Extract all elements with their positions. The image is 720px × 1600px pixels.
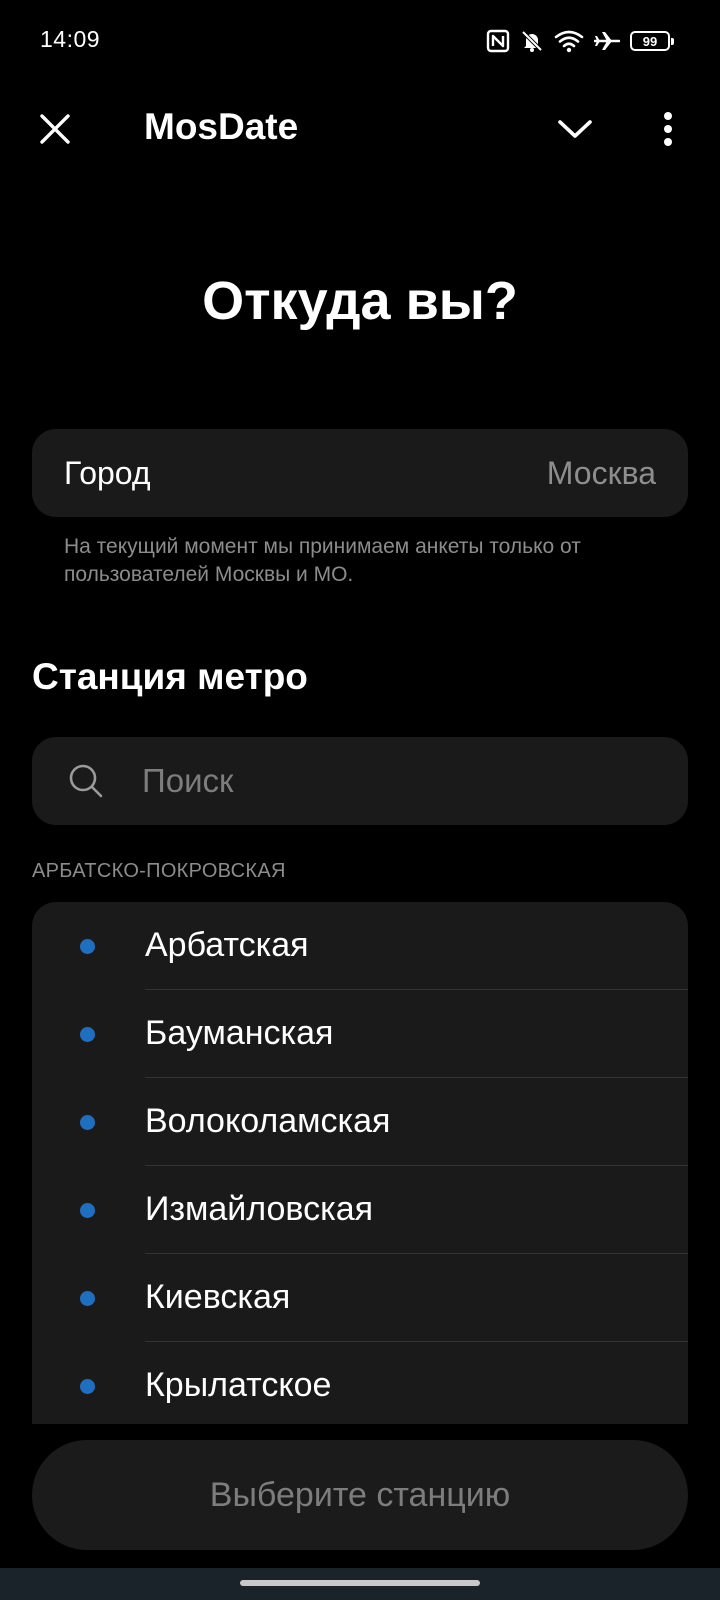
- home-indicator[interactable]: [240, 1580, 480, 1586]
- city-label: Город: [64, 455, 151, 491]
- station-item-volokolamskaya[interactable]: Волоколамская: [32, 1078, 688, 1166]
- station-name: Измайловская: [145, 1190, 374, 1228]
- battery-level: 99: [642, 33, 658, 49]
- close-icon: [40, 114, 70, 144]
- page-title: Откуда вы?: [202, 271, 518, 331]
- station-list: Арбатская Бауманская Волоколамская Измай…: [32, 902, 688, 1424]
- search-icon: [69, 764, 103, 798]
- chevron-down-icon: [558, 120, 592, 138]
- city-value: Москва: [546, 455, 656, 491]
- status-time: 14:09: [40, 26, 101, 52]
- metro-section-title: Станция метро: [32, 656, 308, 697]
- metro-line-header: АРБАТСКО-ПОКРОВСКАЯ: [32, 860, 286, 882]
- nfc-icon: [486, 29, 510, 53]
- station-item-baumanskaya[interactable]: Бауманская: [32, 990, 688, 1078]
- station-item-izmaylovskaya[interactable]: Измайловская: [32, 1166, 688, 1254]
- station-item-kievskaya[interactable]: Киевская: [32, 1254, 688, 1342]
- city-selector[interactable]: Город Москва: [32, 429, 688, 517]
- station-name: Арбатская: [145, 926, 309, 964]
- search-input[interactable]: [142, 751, 662, 811]
- battery-icon: 99: [630, 31, 674, 51]
- station-name: Волоколамская: [145, 1102, 391, 1140]
- more-vertical-icon: [664, 112, 672, 146]
- more-options-button[interactable]: [648, 104, 688, 154]
- app-title: MosDate: [144, 106, 299, 147]
- line-color-dot: [80, 1379, 95, 1394]
- line-color-dot: [80, 939, 95, 954]
- station-name: Крылатское: [145, 1366, 332, 1404]
- line-color-dot: [80, 1027, 95, 1042]
- station-name: Киевская: [145, 1278, 291, 1316]
- city-note: На текущий момент мы принимаем анкеты то…: [64, 535, 581, 586]
- search-box[interactable]: [32, 737, 688, 825]
- line-color-dot: [80, 1203, 95, 1218]
- collapse-button[interactable]: [550, 104, 600, 154]
- bell-off-icon: [520, 29, 544, 53]
- line-color-dot: [80, 1291, 95, 1306]
- station-item-krylatskoe[interactable]: Крылатское: [32, 1342, 688, 1424]
- status-bar: 14:09 99: [0, 0, 720, 84]
- status-icons: 99: [486, 26, 674, 56]
- station-item-arbatskaya[interactable]: Арбатская: [32, 902, 688, 990]
- wifi-icon: [554, 29, 584, 53]
- airplane-icon: [594, 29, 620, 53]
- select-station-button[interactable]: Выберите станцию: [32, 1440, 688, 1550]
- line-color-dot: [80, 1115, 95, 1130]
- close-button[interactable]: [30, 104, 80, 154]
- navigation-bar: [0, 1568, 720, 1600]
- station-name: Бауманская: [145, 1014, 334, 1052]
- app-bar: MosDate: [0, 84, 720, 174]
